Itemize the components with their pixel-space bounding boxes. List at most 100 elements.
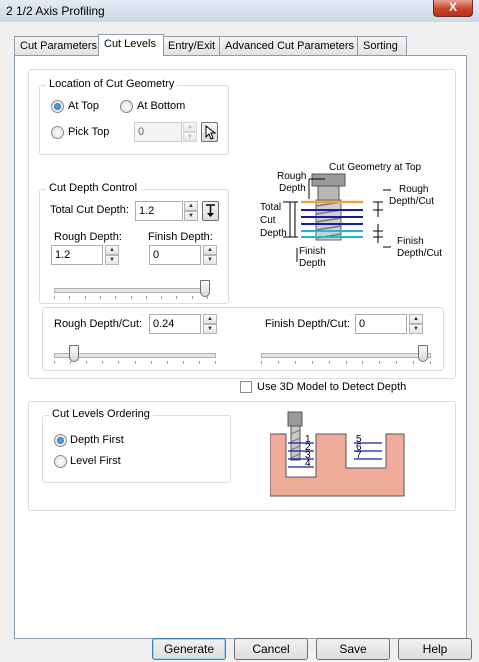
slider-tick (207, 296, 208, 299)
pick-depth-button[interactable] (202, 201, 219, 221)
finish-depth-per-cut-caption-2: Depth/Cut (397, 248, 442, 259)
slider-tick (102, 361, 103, 364)
help-button[interactable]: Help (398, 638, 472, 660)
save-button[interactable]: Save (316, 638, 390, 660)
ordering-group: Cut Levels Ordering Depth First Level Fi… (42, 408, 231, 483)
slider-tick (215, 361, 216, 364)
slider-tick (151, 361, 152, 364)
pick-top-select-button[interactable] (201, 122, 218, 142)
pick-top-spinner[interactable]: ▲ ▼ (183, 122, 197, 142)
pick-top-radio[interactable] (51, 126, 64, 139)
total-cut-depth-caption-3: Depth (260, 228, 287, 239)
window-title: 2 1/2 Axis Profiling (6, 4, 105, 18)
order-number: 7 (356, 450, 362, 461)
tab-cut-levels[interactable]: Cut Levels (98, 34, 164, 56)
slider-tick (199, 361, 200, 364)
use-3d-model-label[interactable]: Use 3D Model to Detect Depth (257, 381, 406, 393)
slider-tick (329, 361, 330, 364)
slider-tick (192, 296, 193, 299)
finish-depth-caption-1: Finish (299, 246, 326, 257)
cut-levels-panel: Location of Cut Geometry At Top At Botto… (14, 55, 467, 639)
use-3d-model-checkbox[interactable] (240, 381, 252, 393)
finish-depth-per-cut-spinner[interactable]: ▲ ▼ (409, 314, 423, 334)
close-button[interactable]: X (433, 0, 473, 17)
slider-tick (430, 361, 431, 364)
finish-depth-per-cut-input[interactable] (355, 314, 407, 334)
slider-tick (115, 296, 116, 299)
finish-depth-per-cut-label: Finish Depth/Cut: (265, 318, 350, 330)
location-group: Location of Cut Geometry At Top At Botto… (39, 78, 229, 155)
rough-per-cut-slider-thumb[interactable] (69, 345, 79, 362)
slider-tick (146, 296, 147, 299)
at-bottom-radio[interactable] (120, 100, 133, 113)
slider-tick (295, 361, 296, 364)
slider-tick (161, 296, 162, 299)
slider-tick (346, 361, 347, 364)
location-group-title: Location of Cut Geometry (46, 78, 178, 90)
depth-split-slider-track[interactable] (54, 288, 208, 293)
depth-first-label[interactable]: Depth First (70, 434, 124, 446)
rough-depth-spinner[interactable]: ▲ ▼ (105, 245, 119, 265)
total-cut-depth-caption-2: Cut (260, 215, 276, 226)
level-first-radio[interactable] (54, 455, 67, 468)
slider-tick (118, 361, 119, 364)
pick-top-label[interactable]: Pick Top (68, 126, 109, 138)
slider-tick (183, 361, 184, 364)
tab-entry-exit[interactable]: Entry/Exit (162, 36, 221, 55)
finish-per-cut-slider-track[interactable] (261, 353, 431, 358)
slider-tick (54, 296, 55, 299)
slider-tick (362, 361, 363, 364)
rough-depth-per-cut-input[interactable] (149, 314, 201, 334)
finish-per-cut-slider-thumb[interactable] (418, 345, 428, 362)
cut-geometry-at-top-caption: Cut Geometry at Top (329, 162, 422, 173)
tab-cut-parameters[interactable]: Cut Parameters (14, 36, 100, 55)
slider-tick (413, 361, 414, 364)
slider-tick (86, 361, 87, 364)
slider-tick (69, 296, 70, 299)
slider-tick (167, 361, 168, 364)
total-cut-depth-spinner[interactable]: ▲ ▼ (184, 201, 198, 221)
slider-tick (100, 296, 101, 299)
slider-tick (85, 296, 86, 299)
slider-tick (261, 361, 262, 364)
slider-tick (54, 361, 55, 364)
total-cut-depth-caption-1: Total (260, 202, 281, 213)
rough-depth-caption-1: Rough (277, 171, 306, 182)
rough-depth-per-cut-spinner[interactable]: ▲ ▼ (203, 314, 217, 334)
finish-depth-input[interactable] (149, 245, 201, 265)
at-bottom-label[interactable]: At Bottom (137, 100, 185, 112)
rough-depth-per-cut-caption-1: Rough (399, 184, 428, 195)
order-number: 4 (305, 458, 311, 469)
tab-sorting[interactable]: Sorting (357, 36, 407, 55)
rough-depth-label: Rough Depth: (54, 231, 122, 243)
ordering-diagram: 1 2 3 4 5 6 7 (270, 411, 405, 497)
rough-depth-input[interactable] (51, 245, 103, 265)
slider-tick (135, 361, 136, 364)
slider-tick (312, 361, 313, 364)
slider-tick (379, 361, 380, 364)
ordering-group-title: Cut Levels Ordering (49, 408, 153, 420)
cut-depth-diagram: Cut Geometry at Top Rough Depth Total Cu… (260, 162, 442, 269)
at-top-label[interactable]: At Top (68, 100, 99, 112)
finish-depth-spinner[interactable]: ▲ ▼ (203, 245, 217, 265)
depth-per-cut-group: Rough Depth/Cut: ▲▼ Finish Depth/Cut: ▲▼ (42, 307, 444, 371)
pick-top-input[interactable] (134, 122, 182, 142)
depth-control-title: Cut Depth Control (46, 182, 141, 194)
slider-tick (131, 296, 132, 299)
depth-split-slider-thumb[interactable] (200, 280, 210, 297)
at-top-radio[interactable] (51, 100, 64, 113)
tab-advanced-cut-parameters[interactable]: Advanced Cut Parameters (219, 36, 359, 55)
depth-arrow-icon (206, 204, 215, 217)
slider-tick (278, 361, 279, 364)
slider-tick (176, 296, 177, 299)
rough-depth-per-cut-caption-2: Depth/Cut (389, 196, 434, 207)
depth-control-group: Cut Depth Control Total Cut Depth: ▲▼ Ro… (39, 182, 229, 304)
generate-button[interactable]: Generate (152, 638, 226, 660)
cancel-button[interactable]: Cancel (234, 638, 308, 660)
dialog-client: Cut Parameters Cut Levels Entry/Exit Adv… (0, 22, 479, 662)
depth-first-radio[interactable] (54, 434, 67, 447)
level-first-label[interactable]: Level First (70, 455, 121, 467)
title-bar[interactable]: 2 1/2 Axis Profiling X (0, 0, 479, 23)
total-cut-depth-label: Total Cut Depth: (50, 204, 129, 216)
total-cut-depth-input[interactable] (135, 201, 183, 221)
